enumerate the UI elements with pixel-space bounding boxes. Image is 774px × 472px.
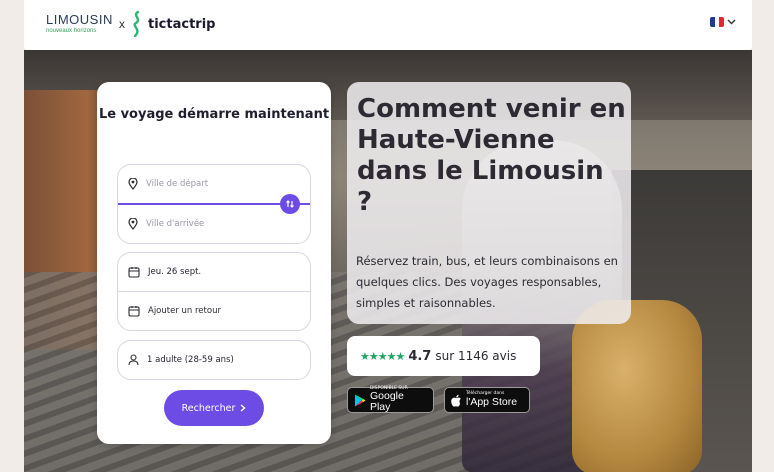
return-date-placeholder: Ajouter un retour: [148, 306, 221, 316]
arrival-placeholder: Ville d'arrivée: [146, 218, 205, 229]
google-play-label: Google Play: [369, 390, 404, 414]
hero-description: Réservez train, bus, et leurs combinaiso…: [356, 254, 618, 310]
france-flag-icon: [710, 17, 724, 27]
calendar-icon: [128, 267, 140, 278]
location-pin-icon: [128, 217, 138, 230]
search-card: Le voyage démarre maintenant Ville de dé…: [97, 82, 331, 444]
calendar-icon: [128, 306, 140, 317]
top-header: LIMOUSIN nouveaux horizons x tictactrip: [24, 0, 752, 50]
backpack: [572, 300, 702, 472]
apple-icon: [451, 394, 461, 407]
limousin-logo-tagline: nouveaux horizons: [46, 28, 97, 34]
search-button[interactable]: Rechercher: [164, 390, 264, 426]
hero-text-panel: Comment venir en Haute-Vienne dans le Li…: [347, 82, 631, 324]
limousin-logo-name: LIMOUSIN: [46, 12, 113, 27]
chevron-right-icon: [240, 404, 246, 412]
tictactrip-swirl-icon: [133, 11, 140, 37]
logo-separator: x: [119, 17, 125, 31]
rating-stars: ★★★★★: [360, 349, 405, 363]
hero-heading: Comment venir en Haute-Vienne dans le Li…: [357, 94, 626, 217]
rating-badge[interactable]: ★★★★★ 4.7 sur 1146 avis: [347, 336, 540, 376]
route-fields: Ville de départ Ville d'arrivée: [117, 164, 311, 244]
location-pin-icon: [128, 178, 138, 190]
rating-review-count: sur 1146 avis: [435, 349, 517, 363]
tictactrip-logo[interactable]: tictactrip: [130, 11, 215, 37]
chevron-down-icon: [727, 19, 736, 25]
outbound-date-field[interactable]: Jeu. 26 sept.: [118, 253, 310, 291]
swap-arrows-icon: [286, 200, 294, 208]
language-selector[interactable]: [710, 17, 736, 27]
search-button-label: Rechercher: [181, 402, 236, 414]
departure-placeholder: Ville de départ: [146, 179, 209, 189]
passengers-value: 1 adulte (28-59 ans): [147, 355, 234, 365]
search-card-title: Le voyage démarre maintenant: [98, 107, 330, 122]
outbound-date-value: Jeu. 26 sept.: [148, 267, 202, 277]
tictactrip-logo-name: tictactrip: [148, 16, 216, 32]
app-store-label: l'App Store: [466, 395, 518, 408]
google-play-icon: [354, 394, 366, 406]
return-date-field[interactable]: Ajouter un retour: [118, 292, 310, 330]
user-icon: [128, 354, 139, 366]
limousin-logo[interactable]: LIMOUSIN nouveaux horizons: [46, 13, 113, 34]
google-play-button[interactable]: DISPONIBLE SUR Google Play: [347, 386, 434, 414]
swap-cities-button[interactable]: [280, 194, 300, 214]
date-fields: Jeu. 26 sept. Ajouter un retour: [117, 252, 311, 331]
passenger-field-group: 1 adulte (28-59 ans): [117, 340, 311, 380]
rating-score: 4.7: [408, 348, 432, 364]
app-store-button[interactable]: Télécharger dans l'App Store: [444, 387, 530, 413]
passengers-field[interactable]: 1 adulte (28-59 ans): [118, 341, 310, 379]
